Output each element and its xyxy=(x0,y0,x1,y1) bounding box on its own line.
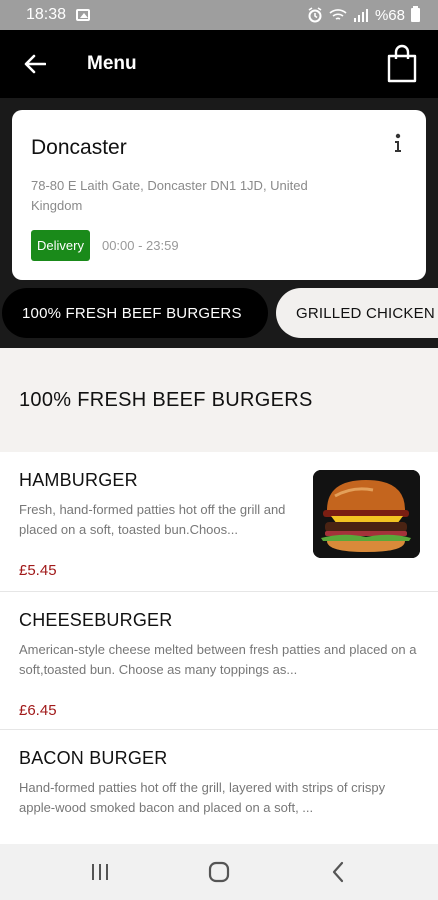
store-hours: 00:00 - 23:59 xyxy=(101,238,179,253)
store-name: Doncaster xyxy=(31,136,127,159)
system-nav-bar xyxy=(0,844,438,900)
menu-item-cheeseburger[interactable]: CHEESEBURGER American-style cheese melte… xyxy=(0,592,438,730)
status-bar: 18:38 %68 xyxy=(0,0,438,30)
tab-label: 100% FRESH BEEF BURGERS xyxy=(22,304,242,322)
home-icon xyxy=(208,861,230,883)
tab-grilled-chicken[interactable]: GRILLED CHICKEN xyxy=(276,288,438,338)
delivery-badge: Delivery xyxy=(31,230,90,261)
section-title: 100% FRESH BEEF BURGERS xyxy=(0,348,438,452)
status-time: 18:38 xyxy=(26,6,67,23)
app-header: Menu xyxy=(0,30,438,98)
signal-icon xyxy=(353,9,368,22)
item-name: CHEESEBURGER xyxy=(19,610,173,630)
info-icon xyxy=(395,133,401,152)
item-price: £6.45 xyxy=(19,702,57,719)
item-description: Hand-formed patties hot off the grill, l… xyxy=(19,780,386,815)
category-tabs: 100% FRESH BEEF BURGERS GRILLED CHICKEN xyxy=(0,288,438,338)
back-button[interactable] xyxy=(0,30,70,98)
recents-button[interactable] xyxy=(80,852,120,892)
tab-label: GRILLED CHICKEN xyxy=(296,304,435,322)
item-price: £5.45 xyxy=(19,562,57,579)
item-name: BACON BURGER xyxy=(19,748,168,768)
store-address: 78-80 E Laith Gate, Doncaster DN1 1JD, U… xyxy=(31,178,308,213)
store-card: Doncaster 78-80 E Laith Gate, Doncaster … xyxy=(12,110,426,280)
menu-content: 100% FRESH BEEF BURGERS HAMBURGER Fresh,… xyxy=(0,348,438,844)
menu-item-hamburger[interactable]: HAMBURGER Fresh, hand-formed patties hot… xyxy=(0,452,438,592)
back-icon xyxy=(333,861,344,883)
alarm-icon xyxy=(308,7,322,23)
battery-icon xyxy=(411,6,420,22)
item-description: Fresh, hand-formed patties hot off the g… xyxy=(19,502,286,537)
system-back-button[interactable] xyxy=(318,852,358,892)
image-icon xyxy=(76,9,91,21)
shopping-bag-icon xyxy=(387,44,417,83)
arrow-left-icon xyxy=(24,54,46,74)
menu-item-bacon-burger[interactable]: BACON BURGER Hand-formed patties hot off… xyxy=(0,730,438,844)
home-button[interactable] xyxy=(199,852,239,892)
item-description: American-style cheese melted between fre… xyxy=(19,642,417,677)
battery-level: %68 xyxy=(374,6,405,24)
store-info-button[interactable] xyxy=(392,132,404,154)
burger-photo xyxy=(313,470,420,558)
cart-button[interactable] xyxy=(386,44,418,84)
wifi-icon xyxy=(329,9,347,20)
page-title: Menu xyxy=(87,53,137,74)
recents-icon xyxy=(91,864,108,880)
tab-fresh-beef-burgers[interactable]: 100% FRESH BEEF BURGERS xyxy=(2,288,268,338)
